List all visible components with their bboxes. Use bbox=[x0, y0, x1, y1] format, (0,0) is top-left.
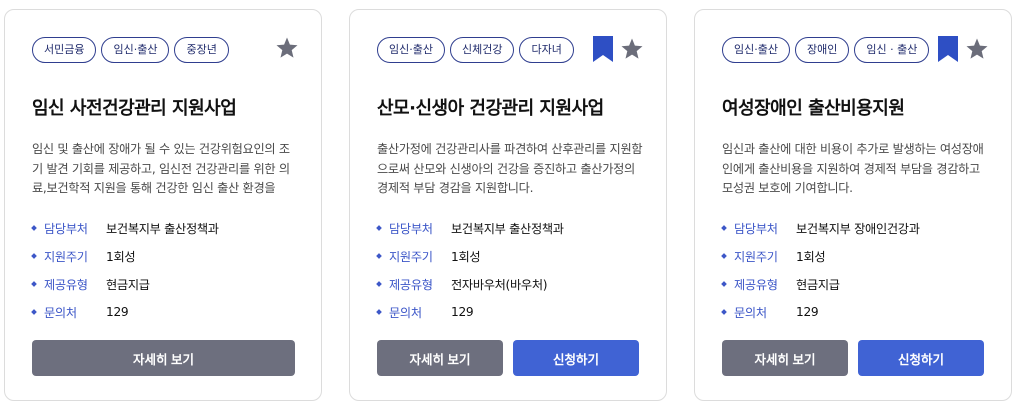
info-row: 제공유형 현금지급 bbox=[721, 270, 1002, 298]
card-title[interactable]: 여성장애인 출산비용지원 bbox=[722, 94, 905, 120]
diamond-bullet-icon bbox=[31, 309, 37, 315]
info-label: 제공유형 bbox=[734, 278, 778, 292]
info-row: 문의처 129 bbox=[376, 298, 657, 326]
card-buttons: 자세히 보기 신청하기 bbox=[722, 340, 984, 376]
info-label: 담당부처 bbox=[389, 222, 433, 236]
diamond-bullet-icon bbox=[721, 309, 727, 315]
view-details-button[interactable]: 자세히 보기 bbox=[377, 340, 503, 376]
info-value: 현금지급 bbox=[106, 278, 150, 292]
card-buttons: 자세히 보기 신청하기 bbox=[377, 340, 639, 376]
service-card: 임신·출산 신체건강 다자녀 산모·신생아 건강관리 지원사업출산가정에 건강관리사… bbox=[349, 9, 667, 401]
category-tag[interactable]: 서민금융 bbox=[32, 37, 97, 63]
info-row: 제공유형 전자바우처(바우처) bbox=[376, 270, 657, 298]
star-icon[interactable] bbox=[275, 36, 299, 60]
info-label: 문의처 bbox=[389, 306, 422, 320]
view-details-button[interactable]: 자세히 보기 bbox=[32, 340, 295, 376]
card-description: 출산가정에 건강관리사를 파견하여 산후관리를 지원함으로써 산모와 신생아의 … bbox=[377, 142, 643, 195]
info-label: 지원주기 bbox=[389, 250, 433, 264]
info-value: 129 bbox=[451, 305, 474, 319]
star-icon[interactable] bbox=[965, 37, 989, 61]
diamond-bullet-icon bbox=[376, 281, 382, 287]
bookmark-icon[interactable] bbox=[592, 36, 614, 62]
card-description: 임신 및 출산에 장애가 될 수 있는 건강위험요인의 조기 발견 기회를 제공… bbox=[32, 142, 290, 195]
apply-button[interactable]: 신청하기 bbox=[858, 340, 984, 376]
info-value: 전자바우처(바우처) bbox=[451, 278, 548, 292]
info-label: 문의처 bbox=[734, 306, 767, 320]
info-value: 129 bbox=[796, 305, 819, 319]
category-tag[interactable]: 중장년 bbox=[174, 37, 229, 63]
info-row: 제공유형 현금지급 bbox=[31, 270, 312, 298]
tag-list: 임신·출산 장애인 임신 · 출산 bbox=[722, 37, 930, 63]
info-row: 문의처 129 bbox=[31, 298, 312, 326]
service-card: 임신·출산 장애인 임신 · 출산 여성장애인 출산비용지원임신과 출산에 대한 비… bbox=[694, 9, 1012, 401]
info-label: 담당부처 bbox=[734, 222, 778, 236]
info-value: 1회성 bbox=[451, 250, 481, 264]
category-tag[interactable]: 임신·출산 bbox=[722, 37, 790, 63]
category-tag[interactable]: 신체건강 bbox=[449, 37, 515, 63]
info-label: 문의처 bbox=[44, 306, 77, 320]
info-value: 보건복지부 장애인건강과 bbox=[796, 222, 920, 236]
category-tag[interactable]: 다자녀 bbox=[519, 37, 574, 63]
info-row: 지원주기 1회성 bbox=[376, 242, 657, 270]
service-card: 서민금융 임신·출산 중장년 임신 사전건강관리 지원사업임신 및 출산에 장애가 … bbox=[4, 9, 322, 401]
bookmark-icon[interactable] bbox=[937, 36, 959, 62]
info-label: 제공유형 bbox=[44, 278, 88, 292]
info-row: 담당부처 보건복지부 출산정책과 bbox=[31, 214, 312, 242]
card-buttons: 자세히 보기 bbox=[32, 340, 295, 376]
card-actions bbox=[275, 36, 299, 60]
star-icon[interactable] bbox=[620, 37, 644, 61]
info-row: 담당부처 보건복지부 출산정책과 bbox=[376, 214, 657, 242]
card-actions bbox=[937, 36, 989, 62]
category-tag[interactable]: 임신·출산 bbox=[377, 37, 445, 63]
card-description: 임신과 출산에 대한 비용이 추가로 발생하는 여성장애인에게 출산비용을 지원… bbox=[722, 142, 984, 195]
info-list: 담당부처 보건복지부 출산정책과 지원주기 1회성 제공유형 현금지급 문의처 … bbox=[31, 214, 312, 326]
info-value: 보건복지부 출산정책과 bbox=[106, 222, 219, 236]
info-row: 담당부처 보건복지부 장애인건강과 bbox=[721, 214, 1002, 242]
diamond-bullet-icon bbox=[31, 225, 37, 231]
category-tag[interactable]: 임신·출산 bbox=[101, 37, 170, 63]
apply-button[interactable]: 신청하기 bbox=[513, 340, 639, 376]
card-title[interactable]: 임신 사전건강관리 지원사업 bbox=[32, 94, 237, 120]
info-value: 1회성 bbox=[106, 250, 136, 264]
info-label: 지원주기 bbox=[44, 250, 88, 264]
diamond-bullet-icon bbox=[376, 225, 382, 231]
diamond-bullet-icon bbox=[31, 253, 37, 259]
info-list: 담당부처 보건복지부 장애인건강과 지원주기 1회성 제공유형 현금지급 문의처… bbox=[721, 214, 1002, 326]
info-value: 129 bbox=[106, 305, 129, 319]
view-details-button[interactable]: 자세히 보기 bbox=[722, 340, 848, 376]
info-label: 담당부처 bbox=[44, 222, 88, 236]
diamond-bullet-icon bbox=[721, 225, 727, 231]
info-row: 문의처 129 bbox=[721, 298, 1002, 326]
info-list: 담당부처 보건복지부 출산정책과 지원주기 1회성 제공유형 전자바우처(바우처… bbox=[376, 214, 657, 326]
info-label: 제공유형 bbox=[389, 278, 433, 292]
tag-list: 서민금융 임신·출산 중장년 bbox=[32, 37, 229, 63]
info-value: 보건복지부 출산정책과 bbox=[451, 222, 564, 236]
card-title[interactable]: 산모·신생아 건강관리 지원사업 bbox=[377, 94, 604, 120]
category-tag[interactable]: 임신 · 출산 bbox=[854, 37, 930, 63]
diamond-bullet-icon bbox=[376, 309, 382, 315]
info-value: 1회성 bbox=[796, 250, 826, 264]
card-actions bbox=[592, 36, 644, 62]
category-tag[interactable]: 장애인 bbox=[794, 37, 850, 63]
tag-list: 임신·출산 신체건강 다자녀 bbox=[377, 37, 574, 63]
info-row: 지원주기 1회성 bbox=[31, 242, 312, 270]
diamond-bullet-icon bbox=[721, 281, 727, 287]
diamond-bullet-icon bbox=[721, 253, 727, 259]
info-value: 현금지급 bbox=[796, 278, 840, 292]
diamond-bullet-icon bbox=[31, 281, 37, 287]
diamond-bullet-icon bbox=[376, 253, 382, 259]
info-label: 지원주기 bbox=[734, 250, 778, 264]
info-row: 지원주기 1회성 bbox=[721, 242, 1002, 270]
